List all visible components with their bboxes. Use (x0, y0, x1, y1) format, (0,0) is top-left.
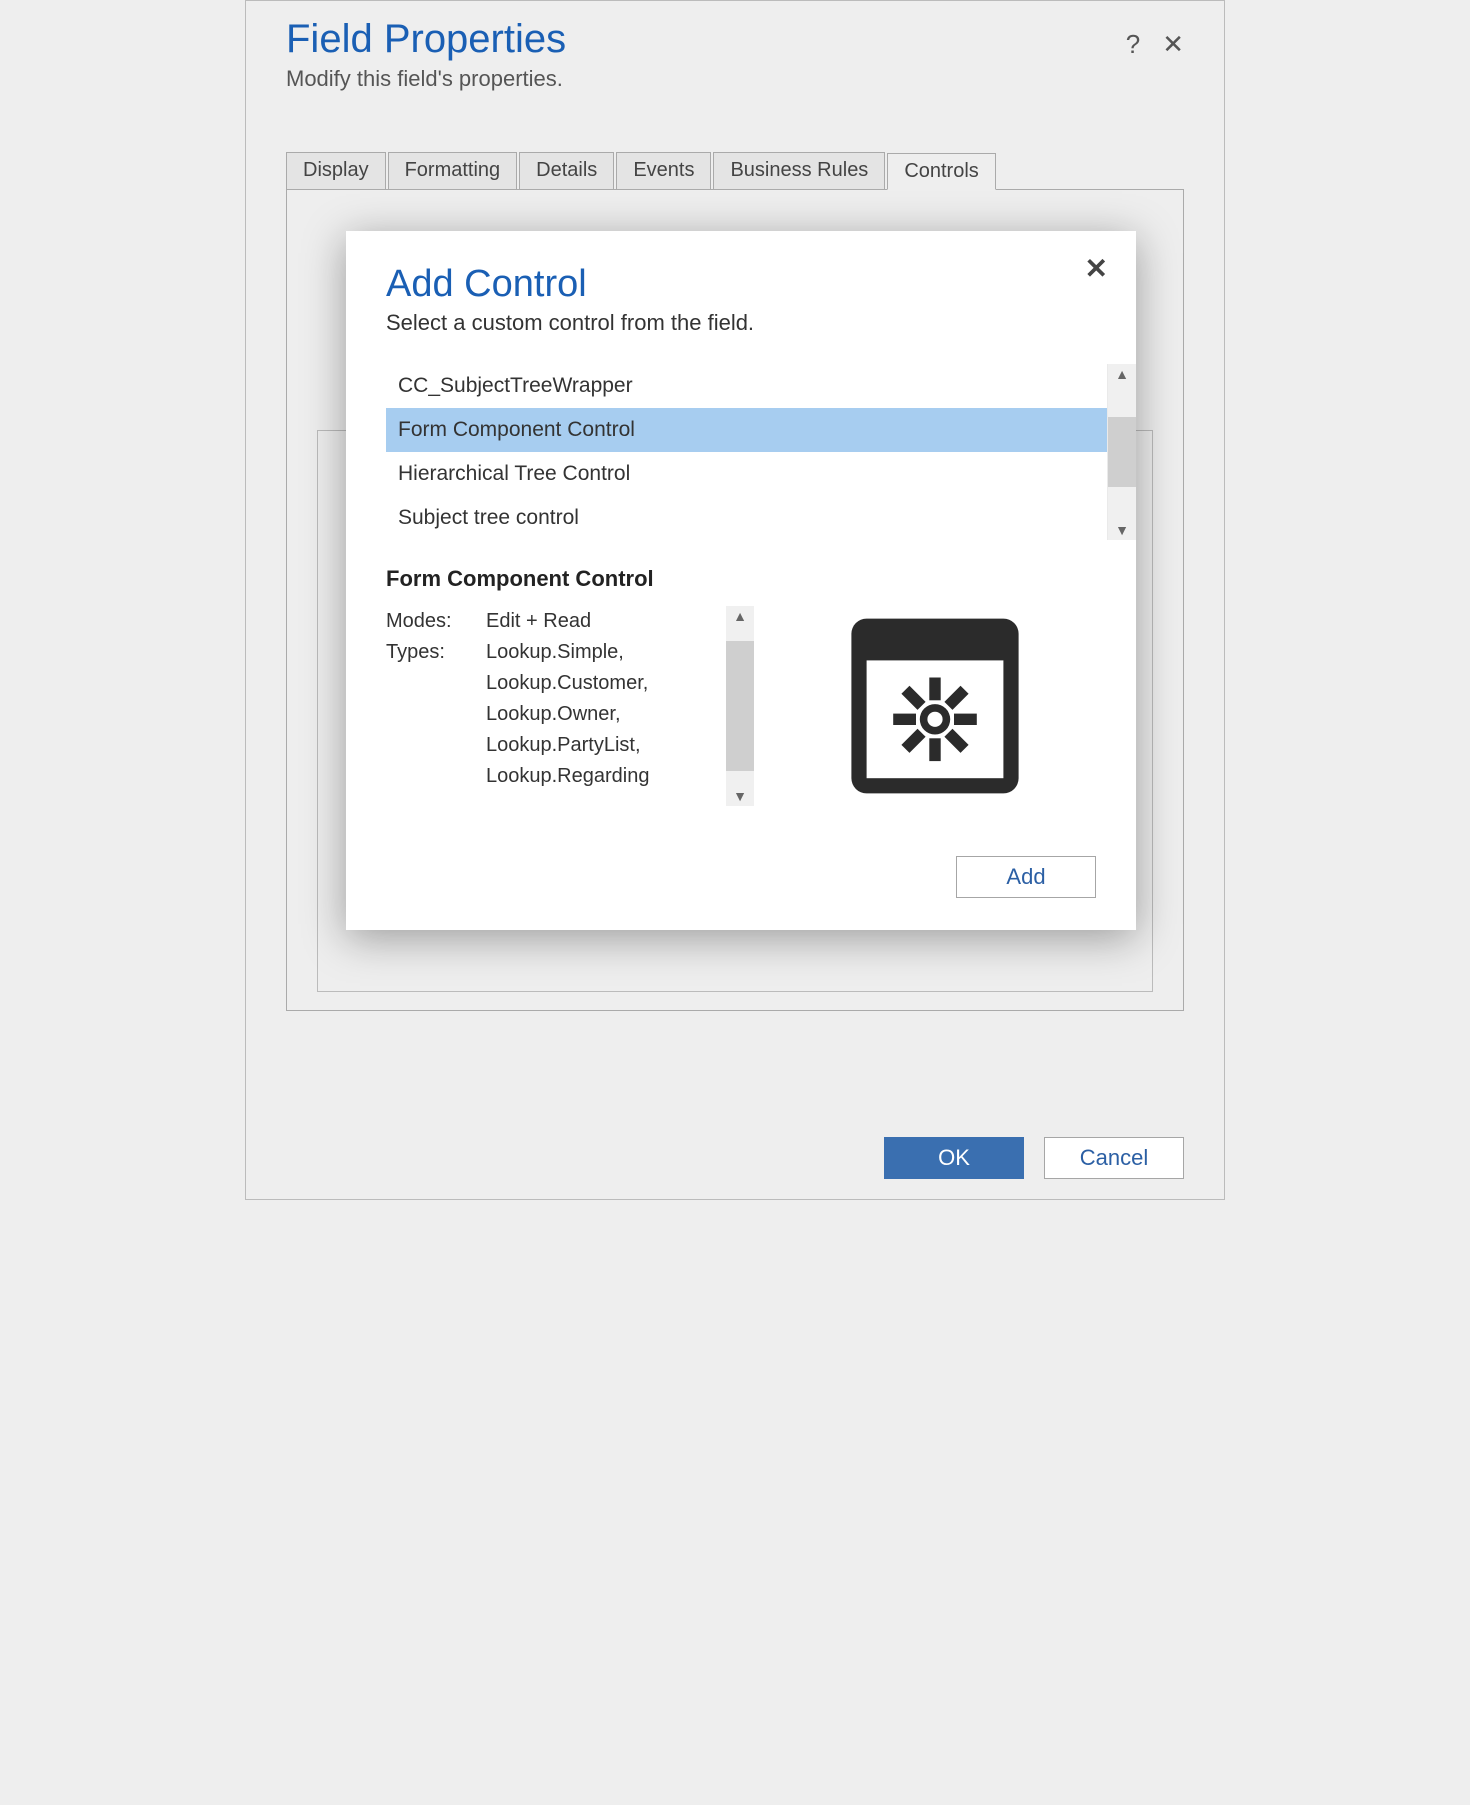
list-item[interactable]: Hierarchical Tree Control (386, 452, 1107, 496)
scroll-down-icon[interactable]: ▼ (733, 786, 747, 806)
types-label: Types: (386, 637, 466, 668)
scroll-thumb[interactable] (726, 641, 754, 771)
dialog-title: Field Properties (286, 17, 566, 62)
tab-formatting[interactable]: Formatting (388, 152, 518, 189)
add-button[interactable]: Add (956, 856, 1096, 898)
detail-table: Modes: Types: Edit + Read Lookup.Simple,… (386, 606, 706, 792)
list-item[interactable]: CC_SubjectTreeWrapper (386, 364, 1107, 408)
tab-business-rules[interactable]: Business Rules (713, 152, 885, 189)
types-value: Lookup.Simple, Lookup.Customer, Lookup.O… (486, 637, 656, 792)
modal-close-icon[interactable]: ✕ (1085, 255, 1108, 283)
dialog-footer: OK Cancel (884, 1137, 1184, 1179)
detail-scrollbar[interactable]: ▲ ▼ (726, 606, 754, 806)
scroll-up-icon[interactable]: ▲ (733, 606, 747, 626)
control-list: CC_SubjectTreeWrapper Form Component Con… (386, 364, 1107, 540)
detail-heading: Form Component Control (386, 566, 1096, 592)
dialog-header: Field Properties Modify this field's pro… (246, 17, 1224, 92)
add-control-modal: ✕ Add Control Select a custom control fr… (346, 231, 1136, 930)
field-properties-dialog: Field Properties Modify this field's pro… (245, 0, 1225, 1200)
list-item[interactable]: Subject tree control (386, 496, 1107, 540)
modal-title: Add Control (386, 263, 1096, 306)
tab-display[interactable]: Display (286, 152, 386, 189)
list-scrollbar[interactable]: ▲ ▼ (1107, 364, 1136, 540)
tab-events[interactable]: Events (616, 152, 711, 189)
tab-details[interactable]: Details (519, 152, 614, 189)
list-item[interactable]: Form Component Control (386, 408, 1107, 452)
help-icon[interactable]: ? (1126, 31, 1140, 57)
modes-label: Modes: (386, 606, 466, 637)
modes-value: Edit + Read (486, 606, 656, 637)
scroll-thumb[interactable] (1108, 417, 1136, 487)
tab-controls[interactable]: Controls (887, 153, 995, 190)
dialog-subtitle: Modify this field's properties. (286, 66, 566, 92)
tab-bar: Display Formatting Details Events Busine… (286, 152, 1184, 190)
control-preview (774, 606, 1096, 806)
gear-window-icon (840, 606, 1030, 806)
cancel-button[interactable]: Cancel (1044, 1137, 1184, 1179)
scroll-up-icon[interactable]: ▲ (1115, 364, 1129, 384)
close-icon[interactable]: ✕ (1162, 31, 1184, 57)
ok-button[interactable]: OK (884, 1137, 1024, 1179)
scroll-down-icon[interactable]: ▼ (1115, 520, 1129, 540)
modal-subtitle: Select a custom control from the field. (386, 310, 1096, 336)
